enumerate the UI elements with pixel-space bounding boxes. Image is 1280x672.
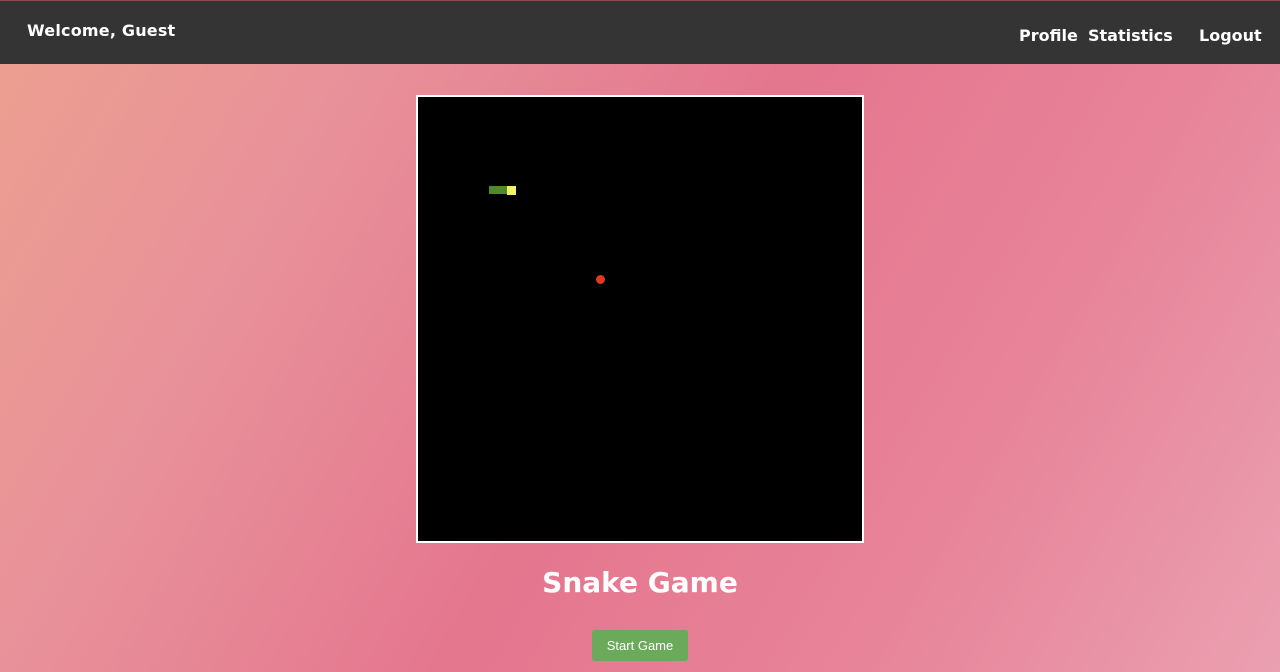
top-navbar: Welcome, Guest Profile Statistics Logout (0, 0, 1280, 64)
nav-statistics-link[interactable]: Statistics (1088, 26, 1173, 45)
nav-logout-link[interactable]: Logout (1199, 26, 1262, 45)
game-board[interactable] (416, 95, 864, 543)
game-title: Snake Game (542, 566, 738, 599)
nav-profile-link[interactable]: Profile (1019, 26, 1078, 45)
start-game-button[interactable]: Start Game (592, 630, 688, 661)
snake-head (507, 186, 516, 195)
food-pellet (596, 275, 605, 284)
snake-body (489, 186, 507, 194)
welcome-message: Welcome, Guest (27, 21, 176, 40)
